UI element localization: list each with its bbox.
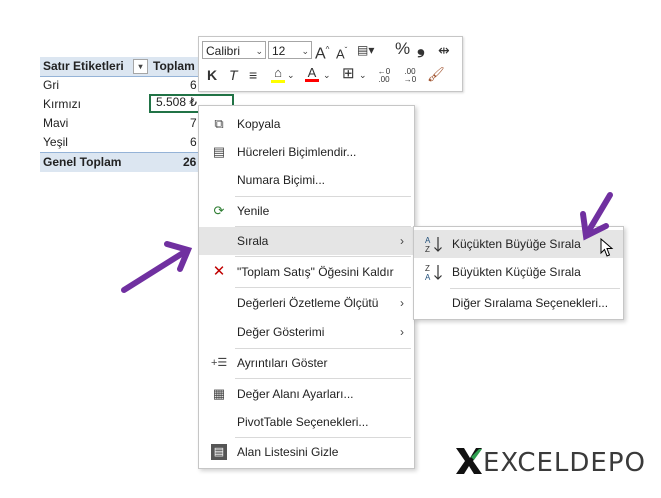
menu-item-label: Kopyala — [237, 117, 281, 131]
menu-item-show-details[interactable]: +☰ Ayrıntıları Göster — [199, 349, 414, 377]
filter-dropdown-button[interactable]: ▾ — [133, 59, 148, 74]
submenu-item-label: Diğer Sıralama Seçenekleri... — [452, 296, 609, 310]
svg-text:Z: Z — [425, 264, 430, 273]
sort-desc-icon: Z A — [424, 263, 444, 282]
chevron-down-icon: ⌄ — [255, 46, 263, 56]
menu-item-value-field-settings[interactable]: ▦ Değer Alanı Ayarları... — [199, 380, 414, 408]
menu-item-pivot-options[interactable]: PivotTable Seçenekleri... — [199, 408, 414, 436]
menu-item-show-values-as[interactable]: Değer Gösterimi › — [199, 318, 414, 346]
pivot-row[interactable]: Mavi 7 — [40, 114, 200, 133]
menu-item-format-cells[interactable]: ▤ Hücreleri Biçimlendir... — [199, 138, 414, 166]
exceldepo-logo: EXCELDEPO — [455, 447, 647, 479]
refresh-icon: ⟳ — [213, 203, 225, 218]
x-logo-icon — [456, 447, 482, 474]
menu-item-summarize-by[interactable]: Değerleri Özetleme Ölçütü › — [199, 289, 414, 317]
grow-font-icon[interactable]: A^ — [315, 42, 329, 62]
mouse-cursor-icon — [600, 238, 614, 257]
context-menu: ⧉ Kopyala ▤ Hücreleri Biçimlendir... Num… — [198, 105, 415, 469]
font-size-select[interactable]: 12 ⌄ — [268, 41, 312, 59]
font-name-value: Calibri — [206, 44, 241, 58]
menu-item-remove-field[interactable]: ✕ "Toplam Satış" Öğesini Kaldır — [199, 258, 414, 286]
format-painter-icon[interactable]: 🖌 — [427, 66, 445, 82]
menu-item-label: Ayrıntıları Göster — [237, 356, 328, 370]
chevron-right-icon: › — [400, 234, 404, 248]
field-settings-icon: ▦ — [212, 386, 226, 401]
menu-item-label: Değerleri Özetleme Ölçütü — [237, 296, 379, 310]
menu-item-label: Numara Biçimi... — [237, 173, 326, 187]
submenu-item-label: Büyükten Küçüğe Sırala — [452, 265, 581, 279]
remove-x-icon: ✕ — [212, 263, 226, 280]
chevron-right-icon: › — [400, 296, 404, 310]
menu-item-label: Değer Gösterimi — [237, 325, 325, 339]
bold-button[interactable]: K — [207, 67, 217, 83]
menu-item-copy[interactable]: ⧉ Kopyala — [199, 110, 414, 138]
italic-button[interactable]: T — [229, 67, 238, 83]
borders-icon[interactable]: ⊞ — [342, 66, 355, 82]
menu-item-number-format[interactable]: Numara Biçimi... — [199, 166, 414, 194]
pivot-row[interactable]: Gri 6 — [40, 76, 200, 95]
row-label: Yeşil — [43, 135, 68, 149]
purple-arrow-sort — [121, 241, 193, 293]
merge-center-icon[interactable]: ⇹ — [438, 42, 450, 58]
accounting-format-icon[interactable]: ▤▾ — [357, 42, 374, 58]
row-label: Gri — [43, 78, 59, 92]
pivot-header-label: Satır Etiketleri — [43, 59, 124, 73]
svg-text:Z: Z — [425, 245, 430, 253]
submenu-item-more-sort-options[interactable]: Diğer Sıralama Seçenekleri... — [414, 289, 623, 317]
menu-separator — [235, 256, 411, 257]
copy-icon: ⧉ — [214, 116, 224, 131]
menu-item-label: Hücreleri Biçimlendir... — [237, 145, 357, 159]
menu-item-label: PivotTable Seçenekleri... — [237, 415, 369, 429]
menu-item-hide-field-list[interactable]: ▤ Alan Listesini Gizle — [199, 438, 414, 466]
chevron-down-icon[interactable]: ⌄ — [323, 67, 331, 83]
mini-toolbar: Calibri ⌄ 12 ⌄ A^ Aˇ ▤▾ % ❟ ⇹ K T ≡ ⌂ ⌄ A … — [198, 36, 463, 92]
chevron-right-icon: › — [400, 325, 404, 339]
menu-separator — [235, 287, 411, 288]
pivot-header-value: Toplam — [153, 59, 195, 73]
comma-style-button[interactable]: ❟ — [417, 37, 425, 57]
increase-decimal-icon[interactable]: ←0.00 — [373, 68, 395, 84]
format-cells-icon: ▤ — [212, 144, 226, 159]
chevron-down-icon[interactable]: ⌄ — [287, 67, 295, 83]
sort-asc-icon: A Z — [424, 235, 444, 254]
selected-cell-value: 5.508 ₺ — [156, 95, 197, 109]
field-list-icon: ▤ — [211, 444, 227, 460]
submenu-item-sort-asc[interactable]: A Z Küçükten Büyüğe Sırala — [414, 230, 623, 258]
chevron-down-icon[interactable]: ⌄ — [359, 67, 367, 83]
fill-color-icon[interactable]: ⌂ — [271, 65, 285, 83]
show-details-icon: +☰ — [211, 357, 228, 369]
font-color-icon[interactable]: A — [305, 65, 319, 82]
submenu-item-label: Küçükten Büyüğe Sırala — [452, 237, 581, 251]
pivot-header-row: Satır Etiketleri ▾ Toplam — [40, 57, 200, 77]
menu-item-label: Sırala — [237, 234, 269, 248]
svg-text:A: A — [425, 273, 431, 281]
pivot-row[interactable]: Yeşil 6 — [40, 133, 200, 152]
font-name-select[interactable]: Calibri ⌄ — [202, 41, 266, 59]
menu-item-label: Değer Alanı Ayarları... — [237, 387, 354, 401]
row-label: Mavi — [43, 116, 69, 130]
total-label: Genel Toplam — [43, 155, 122, 169]
menu-item-label: Alan Listesini Gizle — [237, 445, 339, 459]
pivot-total-row: Genel Toplam 26 — [40, 152, 200, 172]
sort-submenu: A Z Küçükten Büyüğe Sırala Z A Büyükten … — [413, 226, 624, 320]
menu-item-sort[interactable]: Sırala › — [199, 227, 414, 255]
logo-text: EXCELDEPO — [483, 448, 647, 478]
menu-item-label: Yenile — [237, 204, 270, 218]
menu-item-label: "Toplam Satış" Öğesini Kaldır — [237, 265, 394, 279]
percent-style-button[interactable]: % — [395, 40, 410, 57]
shrink-font-icon[interactable]: Aˇ — [336, 43, 347, 62]
font-size-value: 12 — [272, 44, 286, 58]
chevron-down-icon: ⌄ — [301, 46, 309, 56]
row-label: Kırmızı — [43, 97, 81, 111]
submenu-item-sort-desc[interactable]: Z A Büyükten Küçüğe Sırala — [414, 258, 623, 286]
menu-item-refresh[interactable]: ⟳ Yenile — [199, 197, 414, 225]
svg-text:A: A — [425, 236, 431, 245]
menu-separator — [235, 378, 411, 379]
align-center-icon[interactable]: ≡ — [249, 67, 257, 83]
decrease-decimal-icon[interactable]: .00 →0 — [399, 68, 421, 84]
